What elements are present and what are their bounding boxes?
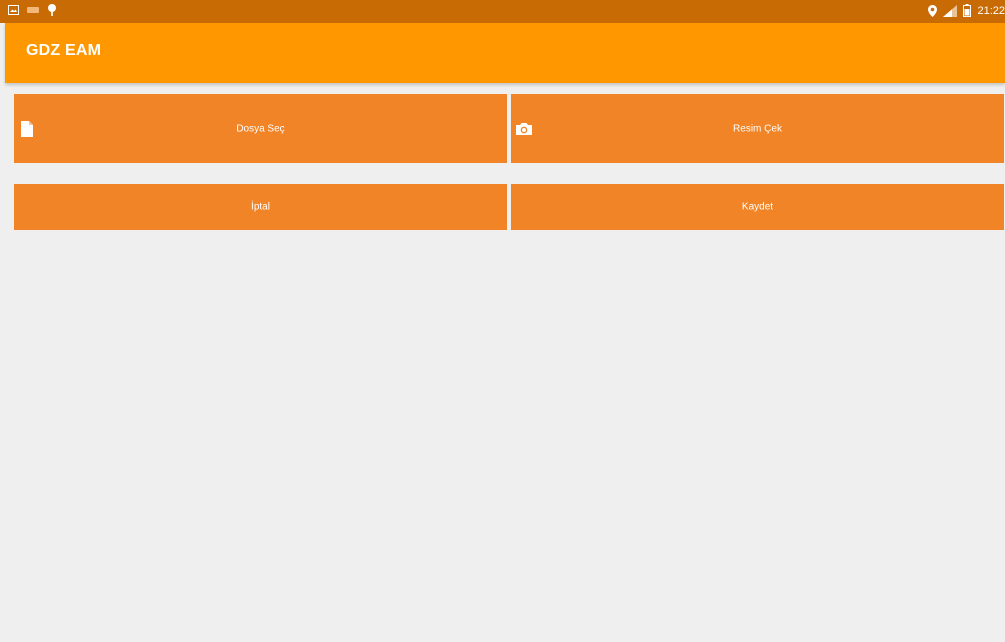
cancel-label: İptal bbox=[251, 201, 270, 213]
status-bar-left-icons bbox=[8, 4, 57, 16]
cancel-button[interactable]: İptal bbox=[14, 184, 507, 230]
gallery-icon bbox=[8, 5, 19, 15]
take-photo-label: Resim Çek bbox=[733, 123, 782, 134]
app-title: GDZ EAM bbox=[26, 42, 102, 59]
status-bar: 21:22 bbox=[0, 0, 1005, 23]
location-icon bbox=[928, 4, 938, 17]
select-file-label: Dosya Seç bbox=[236, 123, 285, 134]
signal-icon bbox=[943, 4, 958, 17]
pin-icon bbox=[48, 4, 56, 16]
status-time: 21:22 bbox=[977, 4, 1005, 17]
save-label: Kaydet bbox=[741, 201, 774, 213]
status-bar-right: 21:22 bbox=[928, 4, 1005, 17]
app-bar: GDZ EAM bbox=[5, 23, 1005, 83]
battery-icon bbox=[963, 4, 972, 17]
save-button[interactable]: Kaydet bbox=[511, 184, 1004, 230]
select-file-button[interactable]: Dosya Seç bbox=[14, 94, 507, 163]
take-photo-button[interactable]: Resim Çek bbox=[511, 94, 1004, 163]
keyboard-icon bbox=[27, 7, 39, 13]
